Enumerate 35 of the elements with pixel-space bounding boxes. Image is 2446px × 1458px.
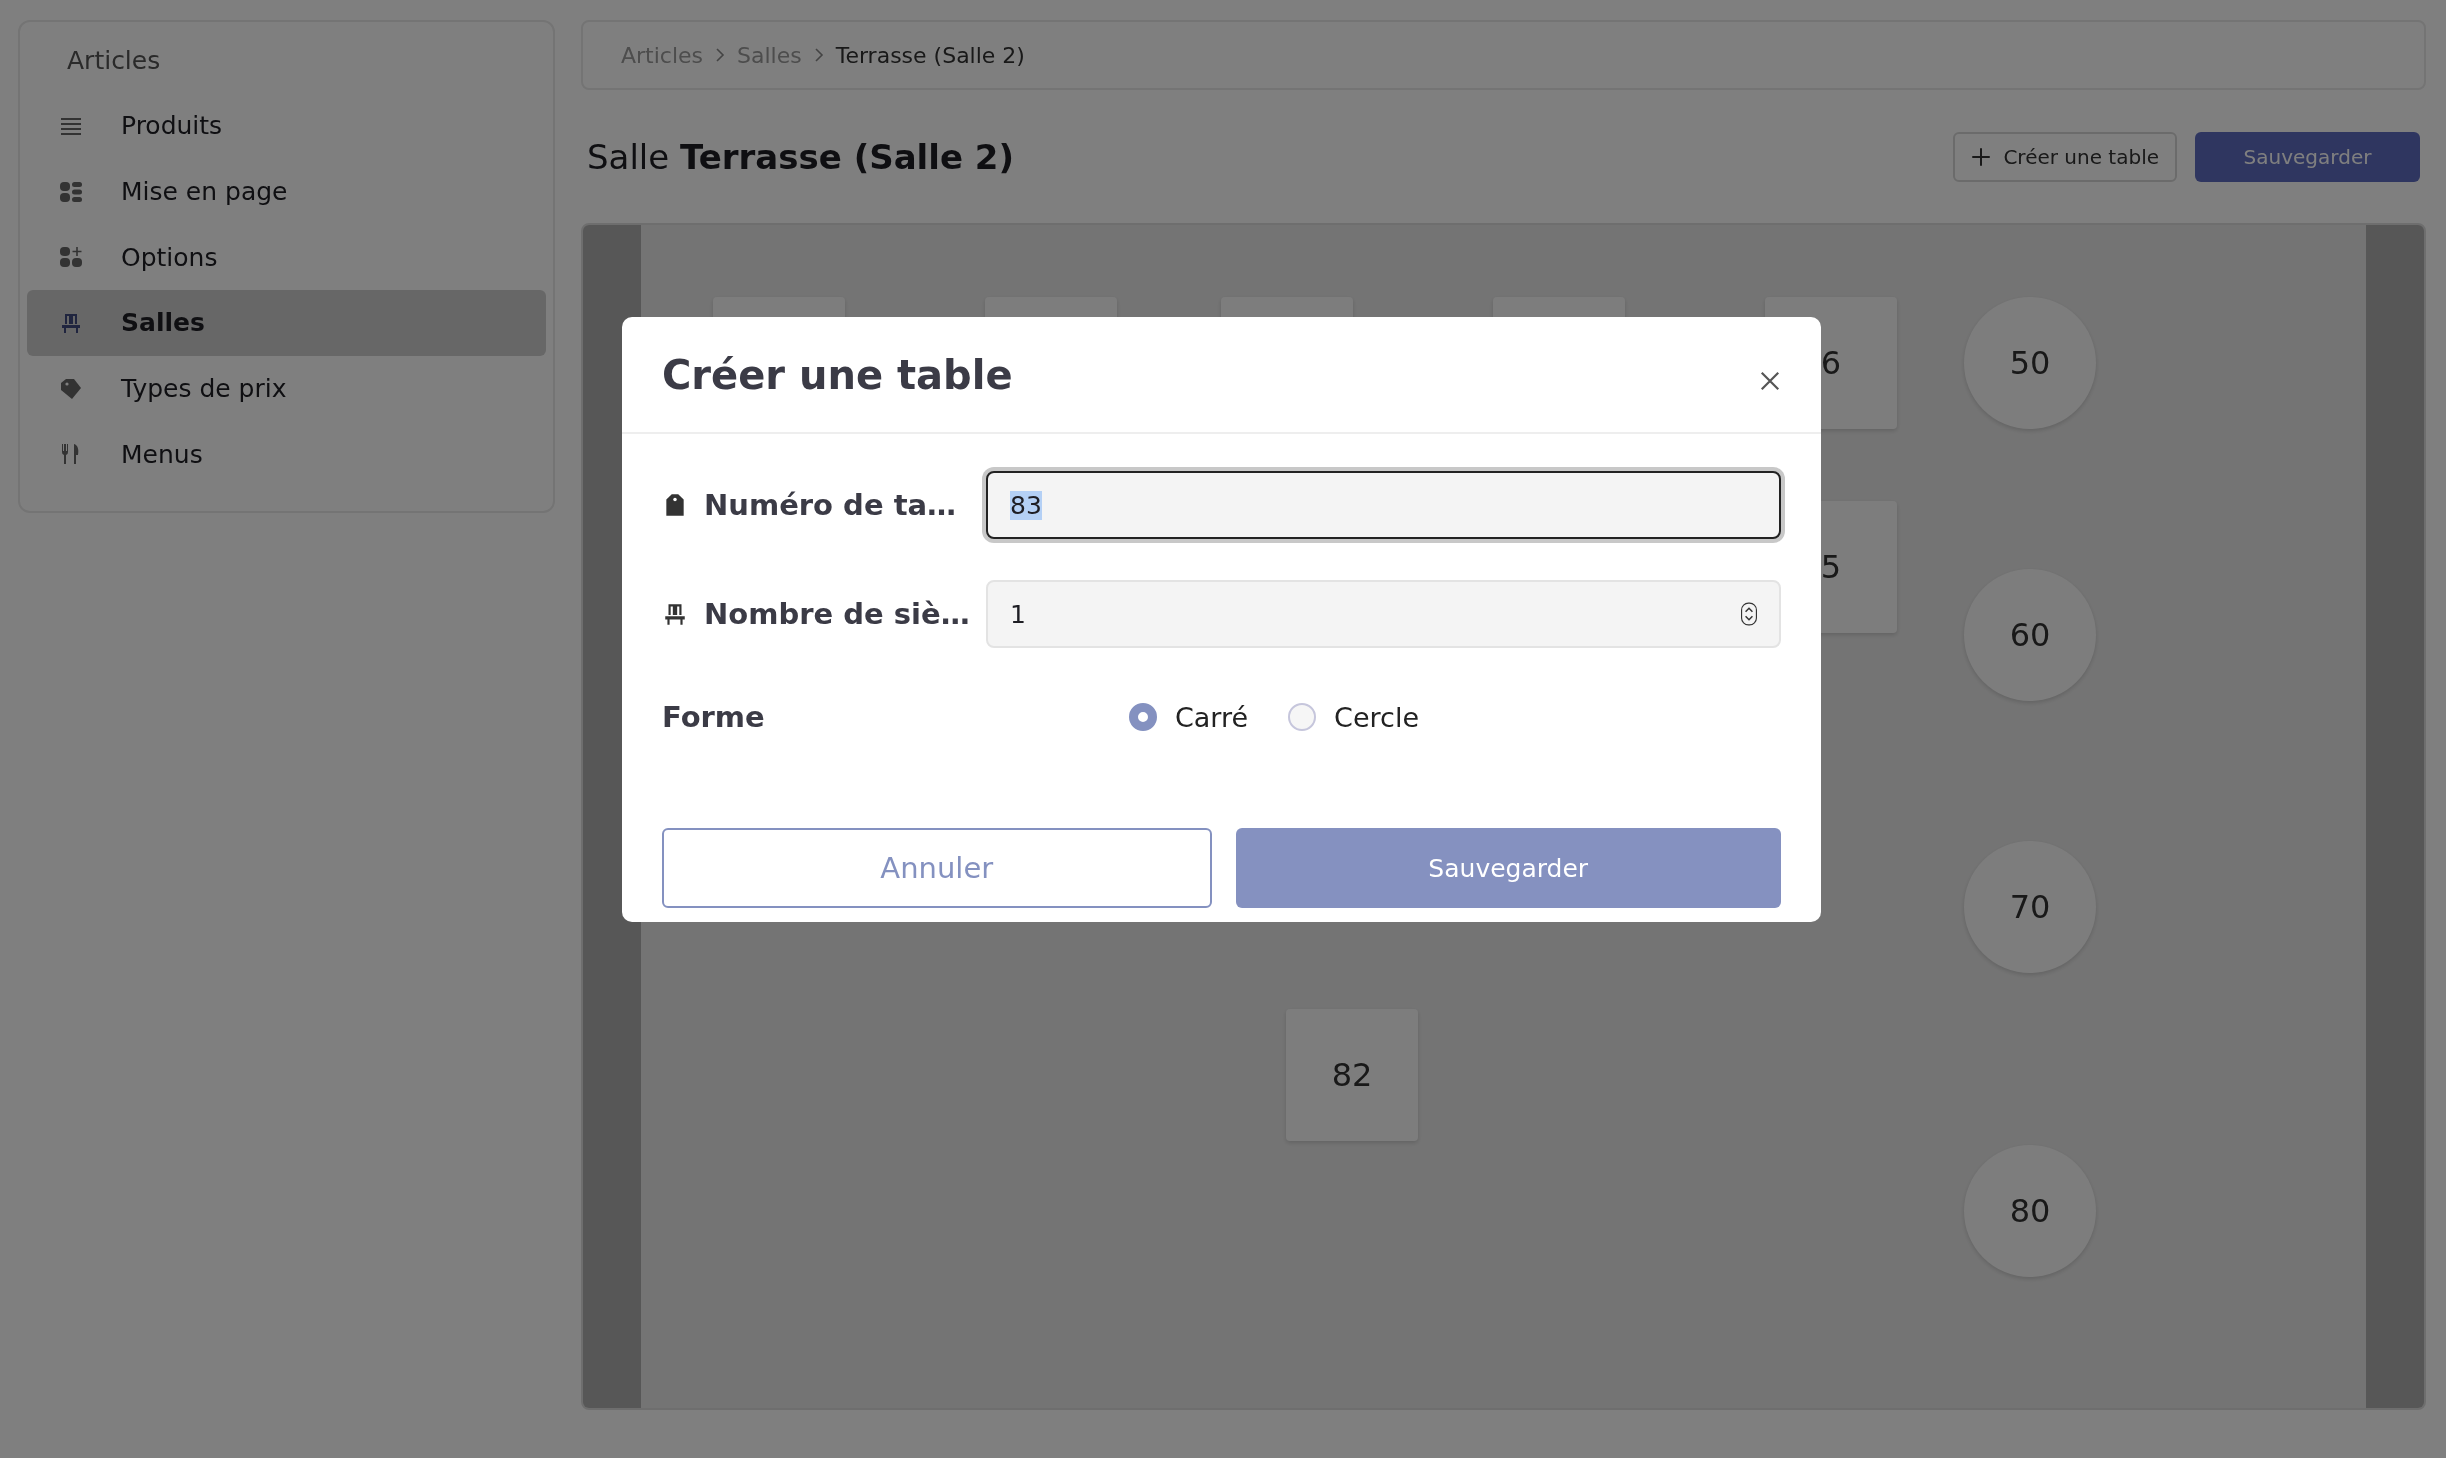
field-label: Numéro de ta… — [704, 488, 957, 522]
sidebar-item[interactable]: Salles — [27, 290, 546, 356]
chevron-icon — [715, 47, 726, 63]
plus-icon — [1971, 146, 1992, 167]
table-shape[interactable]: 50 — [1964, 297, 2096, 429]
grid-plus-icon — [59, 245, 83, 270]
radio-button[interactable] — [1288, 703, 1317, 731]
table-shape[interactable]: 82 — [1286, 1009, 1418, 1141]
table-shape[interactable]: 60 — [1964, 569, 2096, 701]
save-button[interactable]: Sauvegarder — [2195, 131, 2420, 182]
radio-option[interactable]: Cercle — [1288, 701, 1419, 733]
sidebar-item[interactable]: Options — [27, 224, 546, 290]
radio-button[interactable] — [1128, 703, 1157, 731]
field-label: Nombre de siè… — [704, 597, 970, 631]
save-button[interactable]: Sauvegarder — [1235, 828, 1781, 908]
table-shape[interactable]: 80 — [1964, 1145, 2096, 1277]
create-table-button[interactable]: Créer une table — [1953, 131, 2177, 182]
page-title: Salle Terrasse (Salle 2) — [587, 136, 1014, 177]
cancel-button[interactable]: Annuler — [662, 828, 1212, 908]
field-label: Forme — [662, 700, 765, 734]
dialog-title: Créer une table — [662, 351, 1013, 398]
radio-option[interactable]: Carré — [1128, 701, 1249, 733]
spinner-icon[interactable] — [1741, 602, 1757, 626]
close-icon[interactable] — [1759, 369, 1781, 392]
sidebar-item[interactable]: Produits — [27, 93, 546, 159]
tag-icon — [59, 376, 83, 401]
chevron-icon — [813, 47, 824, 63]
sidebar-item[interactable]: Types de prix — [27, 355, 546, 422]
sidebar-item[interactable]: Mise en page — [27, 158, 546, 225]
sidebar-item[interactable]: Menus — [27, 421, 546, 488]
grid-icon — [59, 179, 83, 204]
chair-icon — [662, 601, 688, 627]
sidebar-heading: Articles — [66, 46, 162, 77]
table-shape[interactable]: 70 — [1964, 841, 2096, 973]
input-field[interactable]: 1 — [986, 580, 1781, 648]
